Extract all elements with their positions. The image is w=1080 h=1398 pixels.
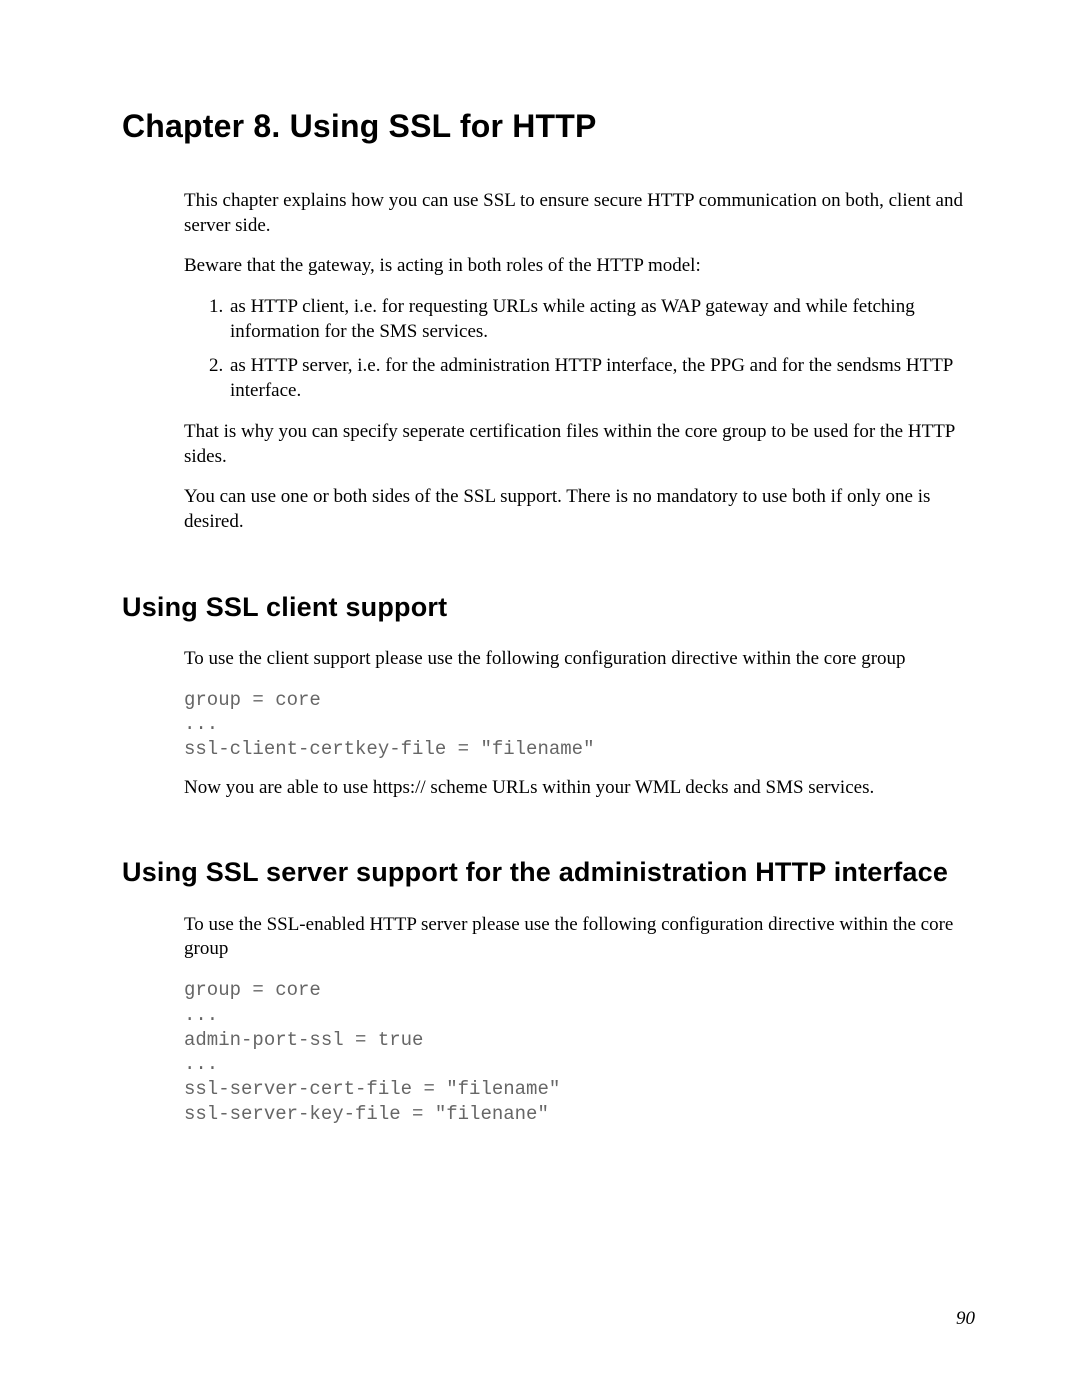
section-client-paragraph-1: To use the client support please use the… xyxy=(184,647,975,672)
section-client-title: Using SSL client support xyxy=(122,591,975,623)
intro-list: as HTTP client, i.e. for requesting URLs… xyxy=(184,295,975,404)
section-server-code: group = core ... admin-port-ssl = true .… xyxy=(184,978,975,1126)
intro-paragraph-2: Beware that the gateway, is acting in bo… xyxy=(184,254,975,279)
section-client-paragraph-2: Now you are able to use https:// scheme … xyxy=(184,776,975,801)
section-server-title: Using SSL server support for the adminis… xyxy=(122,856,975,888)
chapter-title: Chapter 8. Using SSL for HTTP xyxy=(122,108,975,145)
intro-list-item-2: as HTTP server, i.e. for the administrat… xyxy=(228,354,975,403)
intro-paragraph-1: This chapter explains how you can use SS… xyxy=(184,189,975,238)
intro-list-item-1: as HTTP client, i.e. for requesting URLs… xyxy=(228,295,975,344)
page-number: 90 xyxy=(956,1308,975,1330)
section-client-code: group = core ... ssl-client-certkey-file… xyxy=(184,688,975,762)
intro-paragraph-4: You can use one or both sides of the SSL… xyxy=(184,485,975,534)
section-server-paragraph-1: To use the SSL-enabled HTTP server pleas… xyxy=(184,913,975,962)
page-container: Chapter 8. Using SSL for HTTP This chapt… xyxy=(0,0,1080,1398)
intro-paragraph-3: That is why you can specify seperate cer… xyxy=(184,420,975,469)
